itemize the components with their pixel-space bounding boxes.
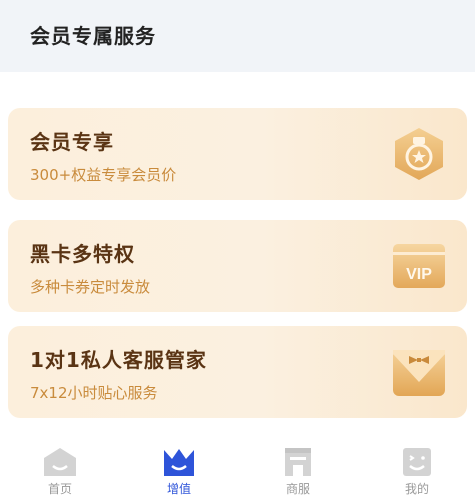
card-personal-butler[interactable]: 1对1私人客服管家 7x12小时贴心服务: [8, 326, 467, 418]
bottom-tab-bar: 首页 增值 商服 我的: [0, 440, 475, 495]
tab-label: 我的: [404, 482, 429, 495]
page-title: 会员专属服务: [30, 24, 156, 48]
tab-home[interactable]: 首页: [20, 440, 100, 495]
card-title: 会员专享: [30, 130, 114, 154]
vip-card-icon: VIP: [393, 244, 445, 288]
tab-label: 首页: [47, 482, 72, 495]
service-list: 会员专享 300+权益专享会员价 黑卡多特权 多种卡券定时发放 VIP 1对1私…: [0, 72, 475, 440]
card-title: 黑卡多特权: [30, 242, 135, 266]
card-member-exclusive[interactable]: 会员专享 300+权益专享会员价: [8, 108, 467, 200]
svg-text:VIP: VIP: [406, 266, 432, 283]
medal-star-icon: [395, 128, 443, 180]
card-subtitle: 7x12小时贴心服务: [30, 384, 158, 402]
butler-bowtie-icon: [393, 350, 445, 396]
tab-label: 商服: [285, 482, 310, 495]
card-title: 1对1私人客服管家: [30, 348, 207, 372]
crown-icon: [164, 449, 194, 476]
card-black-card-privilege[interactable]: 黑卡多特权 多种卡券定时发放 VIP: [8, 220, 467, 312]
tab-label: 增值: [166, 482, 191, 495]
building-icon: [285, 448, 311, 476]
tab-mine[interactable]: 我的: [377, 440, 457, 495]
smile-face-icon: [403, 448, 431, 476]
tab-value-added[interactable]: 增值: [139, 440, 219, 495]
card-subtitle: 300+权益专享会员价: [30, 166, 177, 184]
page-header: 会员专属服务: [0, 0, 475, 72]
home-icon: [44, 448, 76, 476]
tab-business-service[interactable]: 商服: [258, 440, 338, 495]
card-subtitle: 多种卡券定时发放: [30, 278, 151, 296]
